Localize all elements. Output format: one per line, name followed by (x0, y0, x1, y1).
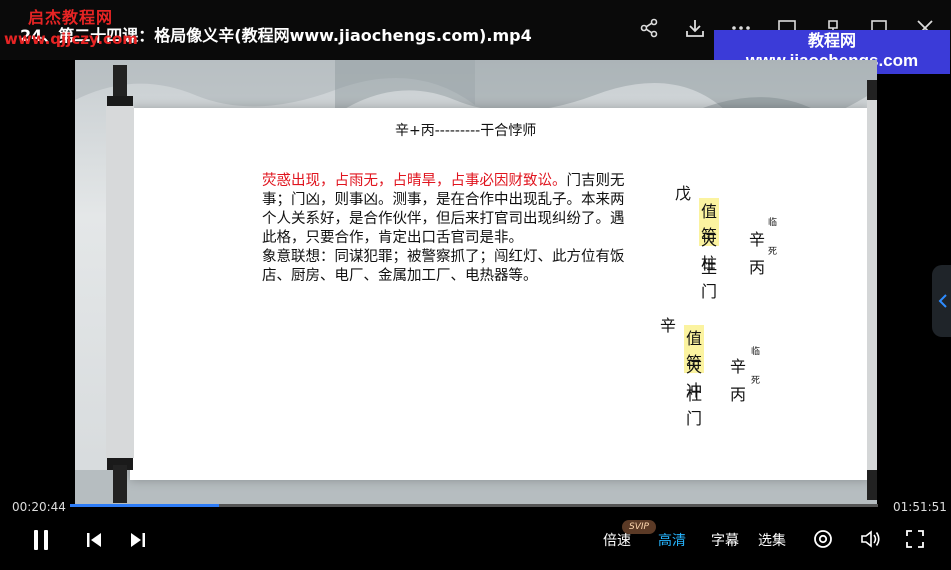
target-icon (814, 530, 832, 548)
speed-button[interactable]: 倍速 (603, 530, 631, 550)
share-icon[interactable] (637, 16, 661, 40)
chevron-left-icon (938, 294, 947, 308)
chart2-door-stem: 丙 (730, 385, 747, 404)
watermark-box-title: 教程网 (807, 31, 856, 50)
chart2-star-stem: 辛 (730, 357, 747, 376)
chart1-door-stem: 丙 (749, 258, 766, 277)
subtitle-button[interactable]: 字幕 (711, 530, 739, 550)
association-text: 象意联想：同谋犯罪；被警察抓了；闯红灯、此方位有饭店、厨房、电厂、金属加工厂、电… (262, 249, 625, 284)
progress-fill (70, 504, 220, 507)
progress-bar[interactable] (70, 504, 878, 507)
fullscreen-button[interactable] (904, 528, 926, 550)
side-panel-toggle[interactable] (932, 265, 951, 337)
watermark-top-left-url: www.qjjczy.com (4, 30, 138, 48)
chart2-door-sup: 死 (751, 376, 761, 386)
pause-button[interactable] (28, 526, 54, 554)
chart2-stem: 辛 (660, 316, 677, 335)
slide-heading: 辛+丙---------干合悖师 (395, 123, 537, 139)
volume-icon (861, 530, 880, 548)
scroll-roller-left (106, 65, 134, 503)
download-icon[interactable] (683, 16, 707, 40)
chart2-star-sup: 临 (751, 347, 761, 357)
quality-button[interactable]: 高清 (658, 530, 686, 550)
chart2-door: 杜门 (686, 385, 703, 428)
slide-paragraph: 荧惑出现，占雨无，占晴旱，占事必因财致讼。门吉则无事；门凶，则事凶。测事，是在合… (247, 172, 627, 286)
scroll-roller-right (867, 80, 877, 500)
watermark-top-left: 启杰教程网 (28, 8, 114, 27)
scroll-paper (130, 108, 870, 480)
fullscreen-icon (906, 530, 924, 548)
chart1-stem: 戊 (675, 184, 692, 203)
skip-previous-icon (87, 533, 101, 547)
pause-icon (34, 530, 48, 550)
volume-button[interactable] (860, 528, 882, 550)
total-time: 01:51:51 (893, 500, 947, 514)
chart1-door: 生门 (701, 258, 718, 301)
chart1-star-stem: 辛 (749, 230, 766, 249)
episodes-button[interactable]: 选集 (758, 530, 786, 550)
chart1-star-sup: 临 (768, 218, 778, 228)
chart1-door-sup: 死 (768, 247, 778, 257)
skip-next-icon (131, 533, 145, 547)
highlight-text: 荧惑出现，占雨无，占晴旱，占事必因财致讼。 (262, 173, 567, 189)
settings-button[interactable] (812, 528, 834, 550)
current-time: 00:20:44 (12, 500, 66, 514)
video-frame[interactable]: 辛+丙---------干合悖师 荧惑出现，占雨无，占晴旱，占事必因财致讼。门吉… (75, 60, 877, 505)
next-button[interactable] (128, 530, 148, 550)
previous-button[interactable] (84, 530, 104, 550)
